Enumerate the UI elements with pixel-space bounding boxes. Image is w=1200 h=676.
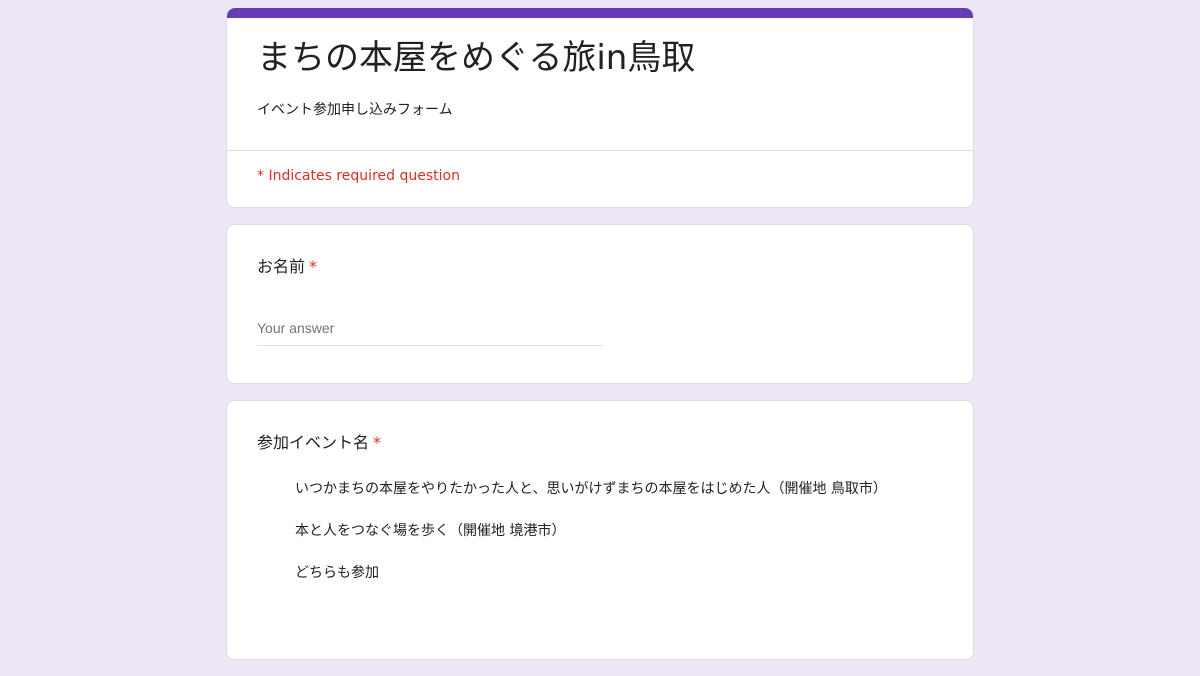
question-label-name: お名前 *: [257, 255, 943, 279]
required-question-note: * Indicates required question: [257, 168, 460, 184]
event-option-label: どちらも参加: [295, 565, 379, 581]
form-container: まちの本屋をめぐる旅in鳥取 イベント参加申し込みフォーム * Indicate…: [226, 8, 974, 676]
question-title-name: お名前: [257, 257, 306, 276]
event-option-label: 本と人をつなぐ場を歩く（開催地 境港市）: [295, 523, 566, 539]
event-options-list: いつかまちの本屋をやりたかった人と、思いがけずまちの本屋をはじめた人（開催地 鳥…: [257, 477, 943, 585]
question-title-event: 参加イベント名: [257, 433, 370, 452]
form-accent-bar: [227, 8, 973, 18]
required-asterisk: *: [373, 433, 382, 452]
question-card-event: 参加イベント名 * いつかまちの本屋をやりたかった人と、思いがけずまちの本屋をはじ…: [226, 400, 974, 660]
event-option-label: いつかまちの本屋をやりたかった人と、思いがけずまちの本屋をはじめた人（開催地 鳥…: [295, 481, 887, 497]
event-option-tottori[interactable]: いつかまちの本屋をやりたかった人と、思いがけずまちの本屋をはじめた人（開催地 鳥…: [295, 477, 943, 501]
event-option-sakaiminato[interactable]: 本と人をつなぐ場を歩く（開催地 境港市）: [295, 519, 943, 543]
header-divider: [227, 150, 973, 151]
form-header-card: まちの本屋をめぐる旅in鳥取 イベント参加申し込みフォーム * Indicate…: [226, 8, 974, 208]
name-answer-input[interactable]: [257, 315, 603, 346]
event-option-both[interactable]: どちらも参加: [295, 561, 943, 585]
question-label-event: 参加イベント名 *: [257, 431, 943, 455]
form-description: イベント参加申し込みフォーム: [257, 102, 453, 118]
form-title: まちの本屋をめぐる旅in鳥取: [257, 38, 696, 78]
required-asterisk: *: [309, 257, 318, 276]
question-card-name: お名前 *: [226, 224, 974, 384]
